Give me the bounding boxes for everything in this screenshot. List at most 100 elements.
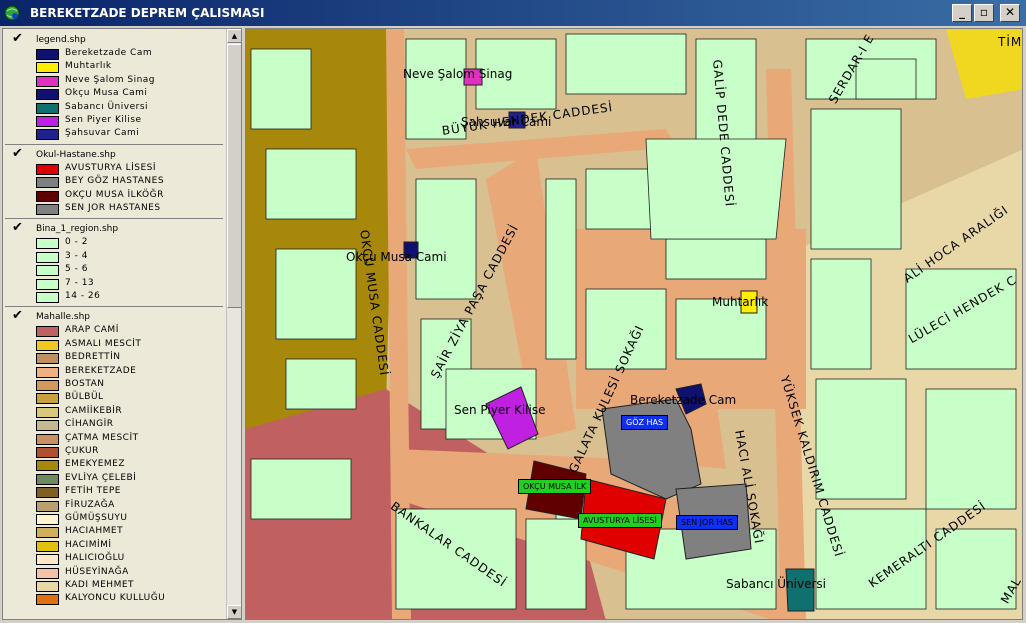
legend-item: 3 - 4 <box>3 251 225 264</box>
legend-swatch <box>36 102 59 114</box>
legend-swatch <box>36 447 59 458</box>
layer-visibility-checkbox[interactable]: ✔ <box>12 146 23 161</box>
globe-map-icon <box>4 5 20 21</box>
place-label-neve: Neve Şalom Sinag <box>403 67 513 81</box>
toc-scrollbar[interactable]: ▲ ▼ <box>226 29 241 619</box>
legend-swatch <box>36 581 59 592</box>
legend-label: ÇUKUR <box>65 446 99 456</box>
legend-label: HACIMİMİ <box>65 539 112 550</box>
layer-2[interactable]: ✔ Bina_1_region.shp <box>3 220 225 237</box>
legend-item: CAMİİKEBİR <box>3 406 225 419</box>
legend-swatch <box>36 540 59 552</box>
legend-swatch <box>36 177 59 189</box>
layer-separator <box>5 306 223 308</box>
legend-label: CİHANGİR <box>65 419 114 430</box>
legend-item: BÜLBÜL <box>3 392 225 405</box>
place-label-sabanci: Sabancı Üniversi <box>726 577 827 591</box>
legend-label: 5 - 6 <box>65 264 88 275</box>
legend-label: ARAP CAMİ <box>65 325 119 336</box>
legend-swatch <box>36 129 59 141</box>
legend-item: CİHANGİR <box>3 419 225 432</box>
legend-label: Sabancı Üniversi <box>65 101 149 112</box>
layer-0[interactable]: ✔ legend.shp <box>3 31 225 48</box>
legend-item: BOSTAN <box>3 379 225 392</box>
legend-swatch <box>36 500 59 512</box>
layer-name: Mahalle.shp <box>36 312 91 323</box>
legend-item: SEN JOR HASTANES <box>3 203 225 216</box>
layer-separator <box>5 218 223 220</box>
legend-swatch <box>36 406 59 418</box>
legend-item: Neve Şalom Sinag <box>3 75 225 88</box>
maximize-button[interactable]: ▫ <box>974 4 994 22</box>
facility-label-senjor: SEN JOR HAS <box>676 515 738 530</box>
legend-swatch <box>36 514 59 525</box>
place-label-senpiyer: Sen Piyer Kilise <box>454 403 546 417</box>
legend-swatch <box>36 89 59 101</box>
scroll-thumb[interactable] <box>227 44 241 308</box>
legend-item: HACIAHMET <box>3 526 225 539</box>
legend-label: SEN JOR HASTANES <box>65 203 161 213</box>
legend-label: 0 - 2 <box>65 237 88 248</box>
legend-label: BEREKETZADE <box>65 365 137 376</box>
legend-label: EVLİYA ÇELEBİ <box>65 472 137 483</box>
legend-label: KALYONCU KULLUĞU <box>65 593 166 604</box>
legend-item: Bereketzade Cam <box>3 48 225 61</box>
legend-item: BEREKETZADE <box>3 366 225 379</box>
scroll-up-button[interactable]: ▲ <box>227 29 241 43</box>
legend-label: HÜSEYİNAĞA <box>65 566 129 577</box>
map-view[interactable]: Neve Şalom Sinag Şahsuvar Cami Okçu Musa C… <box>245 28 1023 620</box>
legend-label: Şahsuvar Cami <box>65 128 140 139</box>
legend-item: Okçu Musa Cami <box>3 88 225 101</box>
facility-label-gozhas: GÖZ HAS <box>621 415 669 430</box>
legend-item: 0 - 2 <box>3 237 225 250</box>
legend-label: FETİH TEPE <box>65 486 121 497</box>
legend-swatch <box>36 380 59 391</box>
facility-label-okcuilk: OKÇU MUSA İLK <box>518 479 592 494</box>
legend-swatch <box>36 366 59 378</box>
legend-swatch <box>36 251 59 263</box>
legend-item: ÇUKUR <box>3 446 225 459</box>
legend-item: ÇATMA MESCİT <box>3 433 225 446</box>
layer-list: ✔ legend.shp Bereketzade Cam Muhtarlık Neve … <box>3 29 225 619</box>
layer-3[interactable]: ✔ Mahalle.shp <box>3 308 225 325</box>
place-label-muhtar: Muhtarlık <box>712 295 769 309</box>
legend-label: CAMİİKEBİR <box>65 405 123 416</box>
legend-swatch <box>36 393 59 405</box>
legend-label: Neve Şalom Sinag <box>65 74 156 85</box>
legend-label: FİRUZAĞA <box>65 499 115 510</box>
legend-item: ASMALI MESCİT <box>3 339 225 352</box>
legend-item: 5 - 6 <box>3 264 225 277</box>
legend-item: EMEKYEMEZ <box>3 459 225 472</box>
legend-item: HACIMİMİ <box>3 540 225 553</box>
legend-label: ÇATMA MESCİT <box>65 432 139 443</box>
legend-swatch <box>36 204 59 215</box>
legend-label: Okçu Musa Cami <box>65 88 148 99</box>
minimize-button[interactable]: _ <box>952 4 972 22</box>
close-button[interactable]: ✕ <box>1000 4 1020 22</box>
legend-label: BOSTAN <box>65 379 105 389</box>
legend-swatch <box>36 527 59 539</box>
legend-swatch <box>36 49 59 60</box>
layer-1[interactable]: ✔ Okul-Hastane.shp <box>3 146 225 163</box>
layer-visibility-checkbox[interactable]: ✔ <box>12 31 23 46</box>
title-bar: BEREKETZADE DEPREM ÇALISMASI _ ▫ ✕ <box>0 0 1026 26</box>
legend-label: BÜLBÜL <box>65 392 104 403</box>
legend-swatch <box>36 420 59 432</box>
legend-swatch <box>36 339 59 351</box>
legend-label: GÜMÜŞSUYU <box>65 513 128 523</box>
legend-item: 14 - 26 <box>3 291 225 304</box>
legend-item: KADI MEHMET <box>3 580 225 593</box>
table-of-contents: ✔ legend.shp Bereketzade Cam Muhtarlık Neve … <box>2 28 242 620</box>
layer-visibility-checkbox[interactable]: ✔ <box>12 308 23 323</box>
scroll-down-button[interactable]: ▼ <box>227 605 241 619</box>
layer-visibility-checkbox[interactable]: ✔ <box>12 220 23 235</box>
legend-label: HALICIOĞLU <box>65 553 125 564</box>
place-label-bereket: Bereketzade Cam <box>630 393 737 407</box>
legend-label: Bereketzade Cam <box>65 48 153 58</box>
legend-swatch <box>36 473 59 485</box>
legend-item: KALYONCU KULLUĞU <box>3 593 225 606</box>
legend-label: OKÇU MUSA İLKÖĞR <box>65 189 164 200</box>
legend-label: ASMALI MESCİT <box>65 338 142 349</box>
layer-name: Bina_1_region.shp <box>36 224 119 235</box>
legend-item: HALICIOĞLU <box>3 553 225 566</box>
